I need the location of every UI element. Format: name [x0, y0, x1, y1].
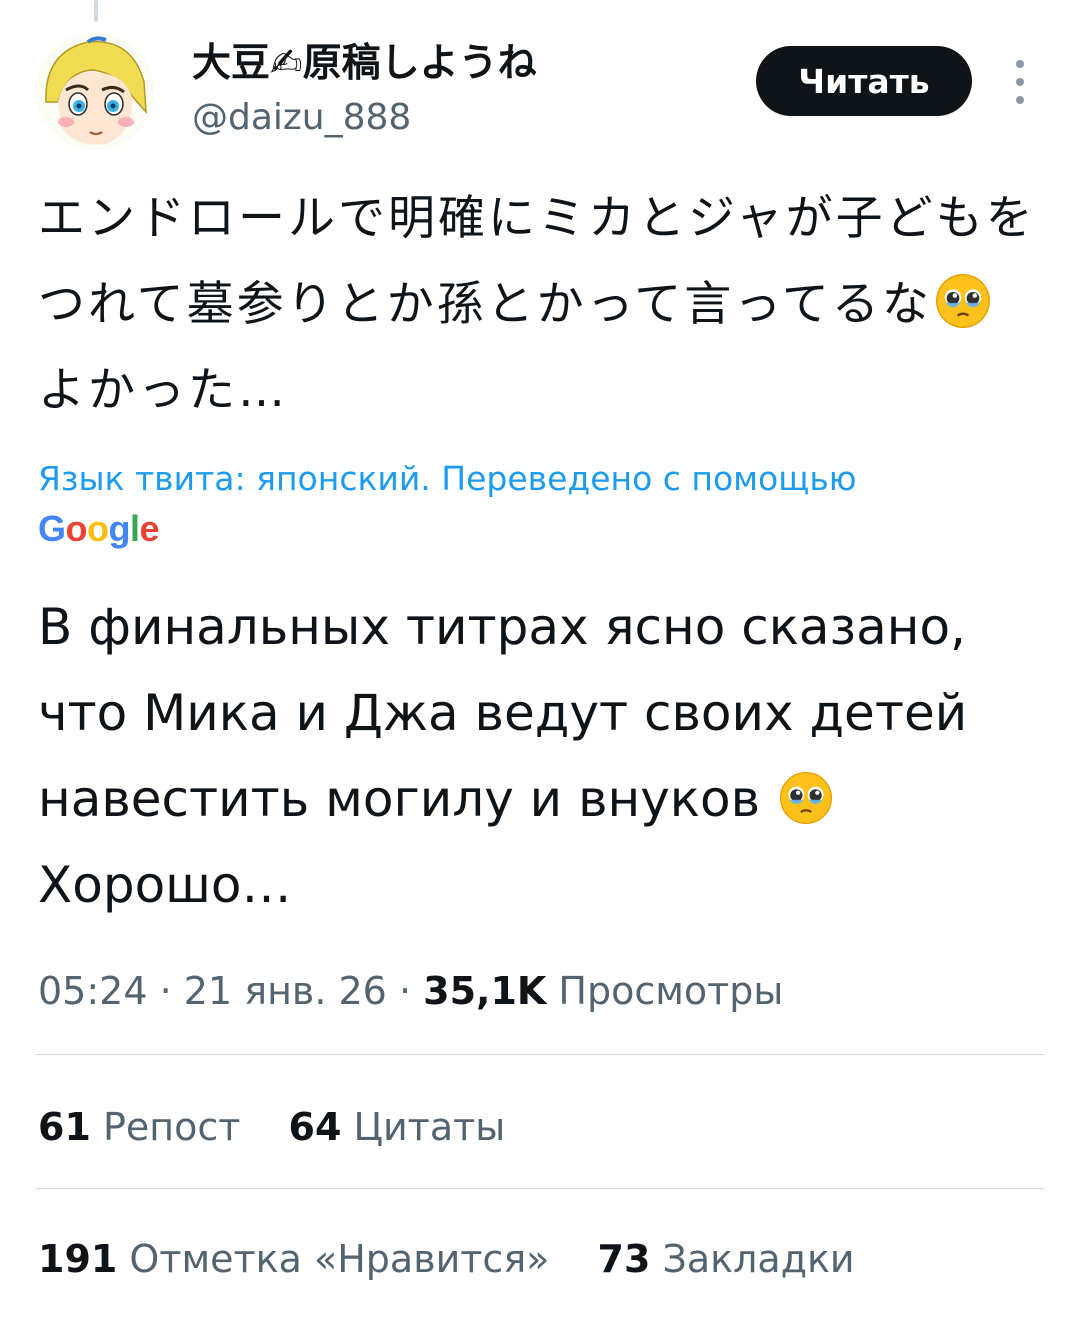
more-dot — [1016, 96, 1024, 104]
likes-stat[interactable]: 191 Отметка «Нравится» — [38, 1237, 549, 1281]
author-display-name[interactable]: 大豆✍原稿しようね — [192, 40, 537, 88]
quotes-count: 64 — [288, 1105, 342, 1149]
bookmarks-count: 73 — [597, 1237, 651, 1281]
quotes-stat[interactable]: 64 Цитаты — [289, 1105, 506, 1149]
reposts-label: Репост — [102, 1105, 241, 1149]
tweet-meta: 05:24 · 21 янв. 26 · 35,1K Просмотры — [38, 964, 783, 1018]
stats-row-2: 191 Отметка «Нравится» 73 Закладки — [38, 1232, 891, 1286]
tweet-translated-text: В финальных титрах ясно сказано, что Мик… — [38, 584, 1048, 928]
divider — [36, 1188, 1044, 1189]
tweet-time[interactable]: 05:24 — [38, 969, 148, 1013]
bookmarks-stat[interactable]: 73 Закладки — [598, 1237, 855, 1281]
pleading-face-icon — [935, 274, 990, 328]
likes-count: 191 — [38, 1237, 118, 1281]
more-options-icon[interactable] — [1004, 60, 1036, 104]
avatar[interactable] — [36, 32, 154, 150]
quotes-label: Цитаты — [353, 1105, 506, 1149]
original-text-part1: エンドロールで明確にミカとジャが子どもをつれて墓参りとか孫とかって言ってるな — [38, 191, 1036, 332]
meta-separator: · — [398, 969, 412, 1013]
views-count: 35,1K — [423, 969, 547, 1013]
tweet-detail-page: 大豆✍原稿しようね @daizu_888 Читать エンドロールで明確にミカ… — [0, 0, 1080, 1318]
thread-connector-line — [94, 0, 98, 22]
reposts-stat[interactable]: 61 Репост — [38, 1105, 240, 1149]
more-dot — [1016, 60, 1024, 68]
divider — [36, 1054, 1044, 1055]
author-handle[interactable]: @daizu_888 — [192, 96, 411, 140]
likes-label: Отметка «Нравится» — [129, 1237, 550, 1281]
translated-text-part2: Хорошо… — [38, 856, 292, 914]
reposts-count: 61 — [38, 1105, 91, 1149]
tweet-original-text: エンドロールで明確にミカとジャが子どもをつれて墓参りとか孫とかって言ってるな よ… — [38, 176, 1038, 434]
meta-separator: · — [159, 969, 172, 1013]
follow-button[interactable]: Читать — [756, 46, 972, 116]
stats-row-1: 61 Репост 64 Цитаты — [38, 1100, 541, 1154]
bookmarks-label: Закладки — [662, 1237, 855, 1281]
more-dot — [1016, 78, 1024, 86]
google-logo: Google — [38, 508, 160, 549]
views-label: Просмотры — [558, 969, 784, 1013]
pleading-face-icon — [779, 771, 832, 825]
avatar-illustration — [36, 32, 154, 150]
translation-notice[interactable]: Язык твита: японский. Переведено с помощ… — [38, 456, 1038, 502]
original-text-part2: よかった… — [38, 363, 288, 418]
tweet-date[interactable]: 21 янв. 26 — [184, 969, 387, 1013]
